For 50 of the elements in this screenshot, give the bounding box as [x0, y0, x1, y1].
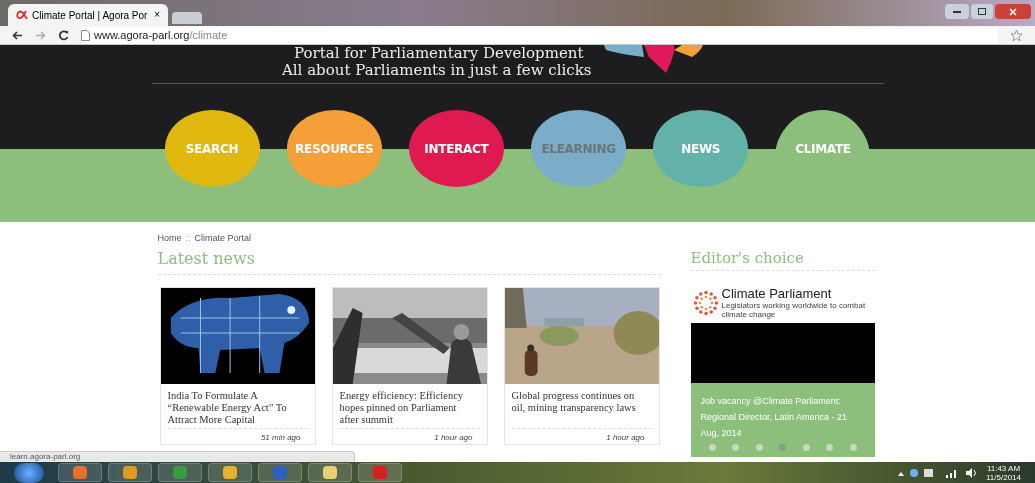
news-headline[interactable]: Global progress continues on oil, mining transparency laws — [504, 383, 659, 424]
breadcrumb-link[interactable]: Home — [157, 232, 182, 246]
sun-logo-icon — [692, 290, 719, 316]
page-icon — [81, 29, 90, 41]
tagline: All about Parliaments in just a few clicks — [282, 62, 592, 79]
breadcrumb-current: Climate Portal — [194, 232, 252, 245]
forward-icon[interactable] — [35, 30, 46, 40]
taskbar-app-icon[interactable] — [108, 463, 152, 482]
logo-tagline: Legislators working worldwide to combat climate change — [721, 301, 867, 319]
volume-icon[interactable] — [966, 467, 978, 478]
news-time: 51 min ago — [260, 431, 302, 444]
status-bubble: learn.agora-parl.org — [0, 451, 355, 462]
signal-icon[interactable] — [946, 467, 958, 478]
site-logo-icon — [16, 10, 28, 20]
taskbar-app-icon[interactable] — [258, 463, 302, 482]
taskbar-app-icon[interactable] — [358, 463, 402, 482]
browser-tab[interactable]: Climate Portal | Agora Por × — [8, 4, 168, 26]
taskbar-app-icon[interactable] — [158, 463, 202, 482]
nav-circle[interactable]: INTERACT — [408, 110, 504, 187]
reload-icon[interactable] — [58, 29, 69, 41]
maximize-button[interactable] — [971, 4, 993, 19]
start-button[interactable] — [14, 462, 44, 483]
breadcrumb-separator: :: — [185, 232, 191, 245]
news-time: 1 hour ago — [434, 431, 474, 444]
url-text: www.agora-parl.org/climate — [94, 27, 228, 43]
taskbar-app-icon[interactable] — [208, 463, 252, 482]
close-button[interactable] — [995, 4, 1031, 19]
featured-card[interactable]: Climate Parliament Legislators working worldwide to combat climate change Job vacancy @Climate Parliament: Regional Director, Latin America - 21 Aug, 2014 — [690, 283, 875, 457]
tab-title: Climate Portal | Agora Por — [32, 8, 148, 23]
taskbar-app-icon[interactable] — [308, 463, 352, 482]
tagline: Portal for Parliamentary Development — [294, 45, 585, 62]
tab-close-button[interactable]: × — [154, 10, 160, 20]
clock-date[interactable]: 11/5/2014 — [986, 472, 1021, 482]
minimize-button[interactable] — [945, 4, 969, 19]
section-title: Editor's choice — [690, 248, 875, 271]
news-time: 1 hour ago — [606, 431, 646, 444]
news-card[interactable]: Energy efficiency: Efficiency hopes pinned on Parliament after summit 1 hour ago — [331, 286, 488, 445]
section-title: Latest news — [157, 247, 661, 275]
news-headline[interactable]: India To Formulate A “Renewable Energy Act” To Attract More Capital — [160, 383, 315, 424]
logo-name: Climate Parliament — [721, 287, 833, 301]
back-icon[interactable] — [12, 30, 23, 40]
taskbar-app-icon[interactable] — [58, 463, 102, 482]
pie-logo-icon — [603, 45, 704, 75]
star-icon[interactable] — [1010, 28, 1023, 42]
news-card[interactable]: Global progress continues on oil, mining transparency laws 1 hour ago — [503, 286, 660, 445]
close-icon — [1009, 7, 1017, 16]
news-headline[interactable]: Energy efficiency: Efficiency hopes pinned on Parliament after summit — [332, 383, 487, 424]
address-bar[interactable]: www.agora-parl.org/climate — [81, 26, 998, 44]
clock-time[interactable]: 11:43 AM — [986, 463, 1021, 473]
news-card[interactable]: India To Formulate A “Renewable Energy Act” To Attract More Capital 51 min ago — [159, 286, 316, 445]
